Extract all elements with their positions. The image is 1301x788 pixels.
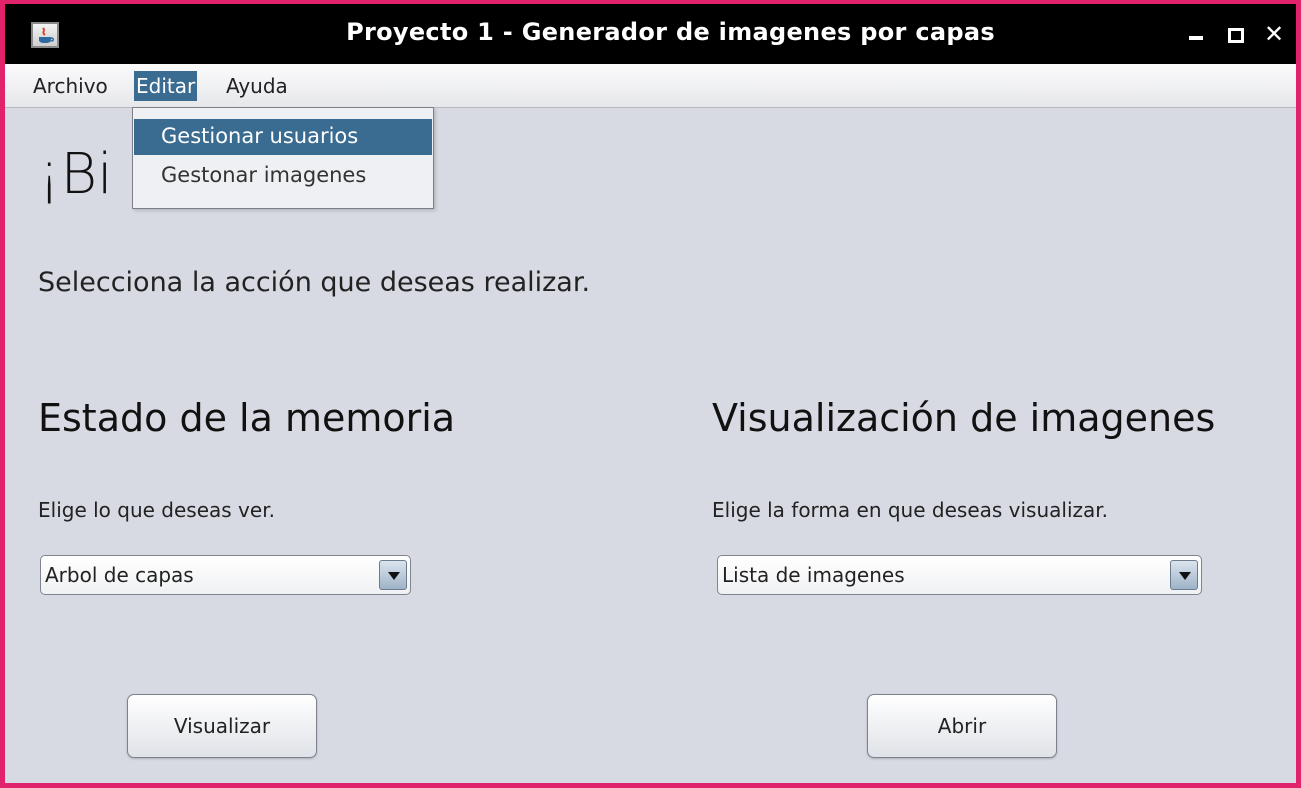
- minimize-icon[interactable]: [1182, 20, 1210, 48]
- abrir-button[interactable]: Abrir: [867, 694, 1057, 758]
- memory-hint: Elige lo que deseas ver.: [38, 498, 275, 522]
- close-icon[interactable]: ✕: [1260, 20, 1288, 48]
- menu-editar[interactable]: Editar: [134, 71, 198, 101]
- menu-item-gestionar-imagenes[interactable]: Gestonar imagenes: [134, 158, 432, 194]
- page-subtitle: Selecciona la acción que deseas realizar…: [38, 267, 591, 298]
- memory-view-select[interactable]: Arbol de capas: [40, 555, 411, 595]
- images-view-select[interactable]: Lista de imagenes: [717, 555, 1202, 595]
- memory-view-selected: Arbol de capas: [45, 563, 194, 587]
- menu-bar: Archivo Editar Ayuda: [5, 64, 1296, 108]
- window-title: Proyecto 1 - Generador de imagenes por c…: [346, 18, 995, 46]
- welcome-visible-text: ¡Bi: [38, 142, 113, 207]
- images-section-title: Visualización de imagenes: [712, 396, 1216, 440]
- title-bar[interactable]: Proyecto 1 - Generador de imagenes por c…: [5, 4, 1296, 64]
- images-view-selected: Lista de imagenes: [722, 563, 905, 587]
- menu-ayuda[interactable]: Ayuda: [224, 71, 290, 101]
- menu-item-gestionar-usuarios[interactable]: Gestionar usuarios: [134, 119, 432, 155]
- chevron-down-icon[interactable]: [379, 560, 407, 590]
- visualizar-button[interactable]: Visualizar: [127, 694, 317, 758]
- chevron-down-icon[interactable]: [1170, 560, 1198, 590]
- images-hint: Elige la forma en que deseas visualizar.: [712, 498, 1109, 522]
- menu-archivo[interactable]: Archivo: [31, 71, 110, 101]
- memory-section-title: Estado de la memoria: [38, 396, 456, 440]
- app-window: Proyecto 1 - Generador de imagenes por c…: [0, 0, 1301, 788]
- maximize-icon[interactable]: [1222, 20, 1250, 48]
- editar-dropdown-menu: Gestionar usuarios Gestonar imagenes: [132, 107, 434, 209]
